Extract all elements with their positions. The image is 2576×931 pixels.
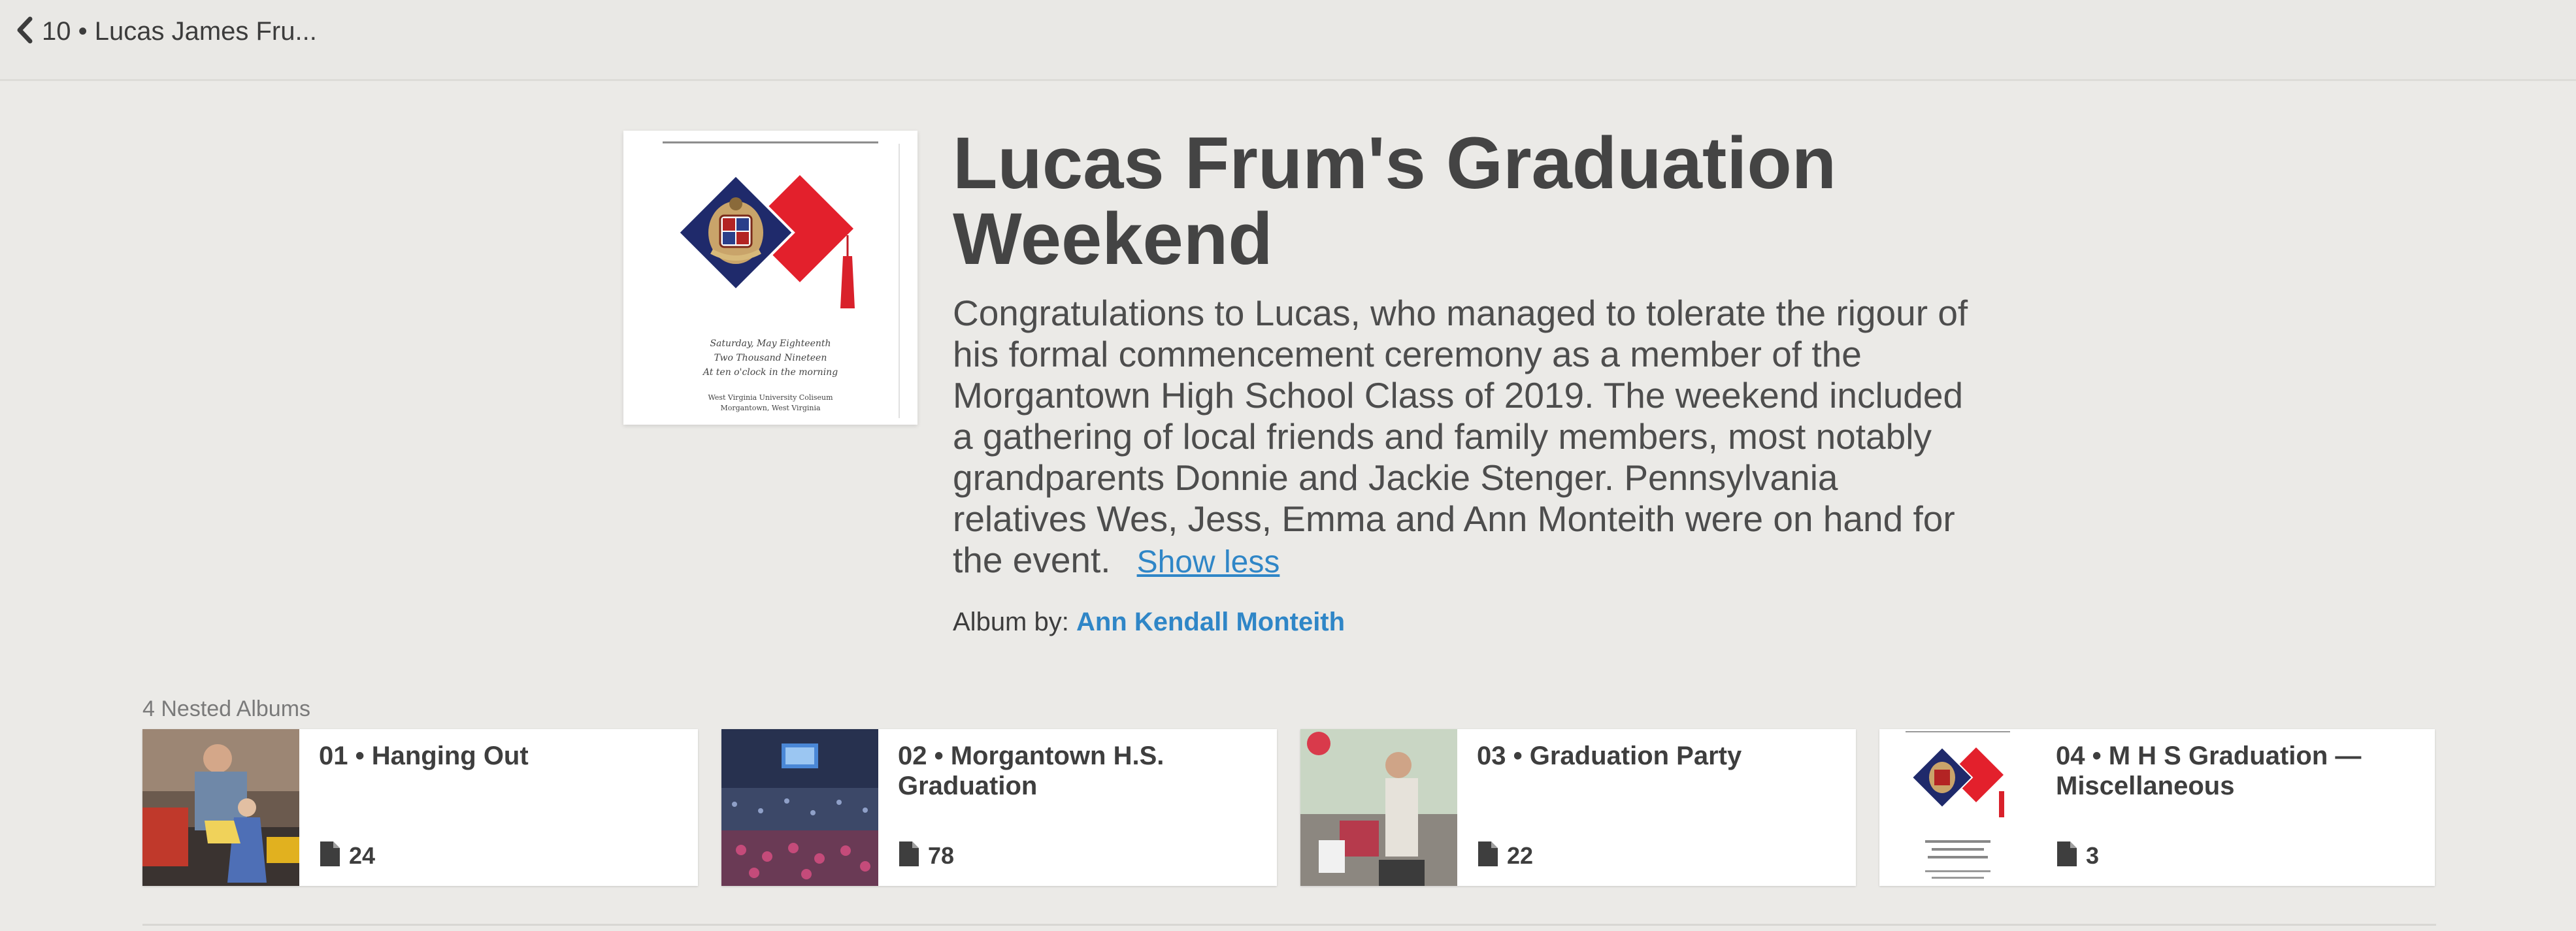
- nested-album-card-01[interactable]: 01 • Hanging Out 24: [142, 729, 698, 886]
- file-icon: [1477, 840, 1499, 871]
- file-icon: [319, 840, 341, 871]
- file-icon: [2056, 840, 2078, 871]
- chevron-left-icon: [16, 16, 33, 47]
- album-thumbnail: [1300, 729, 1457, 886]
- invite-date-line-2: Two Thousand Nineteen: [714, 353, 827, 363]
- album-thumbnail: [721, 729, 878, 886]
- graduation-invitation-artwork: Saturday, May Eighteenth Two Thousand Ni…: [623, 131, 917, 425]
- photo-count-value: 3: [2086, 841, 2100, 869]
- nested-album-title: 01 • Hanging Out: [319, 742, 529, 770]
- photo-count-value: 22: [1507, 841, 1534, 869]
- photo-count: 22: [1477, 840, 1533, 871]
- photo-count-value: 78: [928, 841, 955, 869]
- section-divider: [142, 924, 2436, 926]
- photo-count: 3: [2056, 840, 2099, 871]
- invite-date-line-1: Saturday, May Eighteenth: [710, 338, 831, 349]
- top-bar: 10 • Lucas James Fru...: [0, 0, 2576, 81]
- album-title: Lucas Frum's Graduation Weekend: [953, 122, 1837, 280]
- photo-count: 78: [898, 840, 954, 871]
- nested-albums-label: 4 Nested Albums: [142, 696, 311, 721]
- nested-album-title: 03 • Graduation Party: [1477, 742, 1742, 770]
- show-less-link[interactable]: Show less: [1137, 545, 1280, 580]
- nested-album-title: 04 • M H S Graduation — Miscellaneous: [2056, 742, 2362, 800]
- invite-venue-line-1: West Virginia University Coliseum: [708, 393, 833, 402]
- album-author-link[interactable]: Ann Kendall Monteith: [1076, 608, 1345, 636]
- album-byline: Album by: Ann Kendall Monteith: [953, 608, 1345, 637]
- invite-venue-line-2: Morgantown, West Virginia: [720, 404, 821, 412]
- photo-count-value: 24: [349, 841, 376, 869]
- album-cover-image[interactable]: Saturday, May Eighteenth Two Thousand Ni…: [623, 131, 917, 425]
- back-button[interactable]: 10 • Lucas James Fru...: [16, 12, 317, 51]
- byline-prefix: Album by:: [953, 608, 1069, 636]
- album-thumbnail: [142, 729, 299, 886]
- photo-count: 24: [319, 840, 375, 871]
- back-label: 10 • Lucas James Fru...: [42, 16, 317, 46]
- nested-album-card-02[interactable]: 02 • Morgantown H.S. Graduation 78: [721, 729, 1277, 886]
- nested-album-title: 02 • Morgantown H.S. Graduation: [898, 742, 1164, 800]
- file-icon: [898, 840, 920, 871]
- invite-date-line-3: At ten o'clock in the morning: [702, 367, 838, 378]
- nested-album-card-03[interactable]: 03 • Graduation Party 22: [1300, 729, 1856, 886]
- nested-album-card-04[interactable]: 04 • M H S Graduation — Miscellaneous 3: [1879, 729, 2435, 886]
- album-thumbnail: [1879, 729, 2036, 886]
- album-description: Congratulations to Lucas, who managed to…: [953, 293, 1972, 583]
- album-description-text: Congratulations to Lucas, who managed to…: [953, 293, 1968, 580]
